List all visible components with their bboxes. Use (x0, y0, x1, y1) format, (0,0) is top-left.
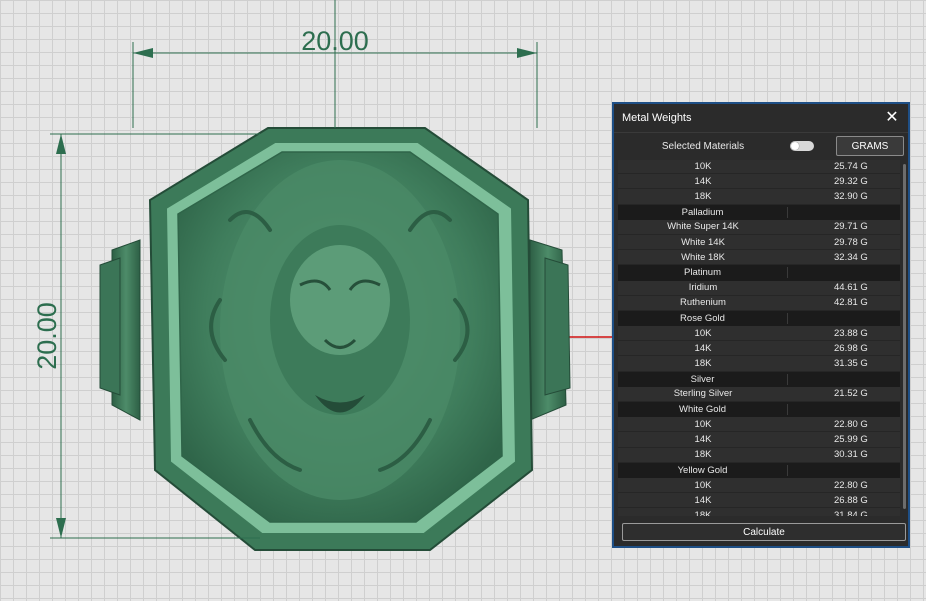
alloy-name: 14K (694, 494, 712, 506)
alloy-weight: 22.80 G (834, 479, 868, 491)
table-row[interactable]: 14K 29.32 G (618, 174, 900, 190)
ring-head (148, 127, 534, 551)
table-row[interactable]: White Super 14K 29.71 G (618, 219, 900, 235)
alloy-weight: 25.99 G (834, 433, 868, 445)
alloy-weight: 26.98 G (834, 342, 868, 354)
table-row[interactable]: 18K 31.35 G (618, 356, 900, 372)
calculate-button[interactable]: Calculate (622, 523, 906, 541)
alloy-name: White 18K (681, 251, 725, 263)
unit-button[interactable]: GRAMS (836, 136, 904, 156)
table-row[interactable]: Iridium 44.61 G (618, 280, 900, 296)
material-group-row: Palladium (618, 204, 900, 220)
alloy-weight: 32.34 G (834, 251, 868, 263)
material-group-label: Yellow Gold (618, 464, 788, 476)
table-row[interactable]: 18K 32.90 G (618, 189, 900, 205)
weights-table-body: 10K 25.74 G 14K 29.32 G 18K 32.90 G Palladium W… (618, 160, 900, 516)
alloy-name: 18K (694, 358, 712, 370)
alloy-weight: 42.81 G (834, 297, 868, 309)
alloy-weight: 23.88 G (834, 327, 868, 339)
alloy-name: 14K (694, 175, 712, 187)
alloy-name: 10K (694, 327, 712, 339)
table-row[interactable]: Ruthenium 42.81 G (618, 295, 900, 311)
alloy-name: Sterling Silver (673, 388, 733, 400)
alloy-name: 10K (694, 160, 712, 172)
panel-header: Metal Weights ✕ (614, 104, 908, 133)
alloy-name: 18K (694, 509, 712, 516)
alloy-name: White 14K (681, 236, 725, 248)
material-group-label: White Gold (618, 404, 788, 416)
table-row[interactable]: 14K 26.98 G (618, 341, 900, 357)
table-row[interactable]: 10K 22.80 G (618, 477, 900, 494)
table-row[interactable]: 18K 31.84 G (618, 508, 900, 516)
alloy-weight: 21.52 G (834, 388, 868, 400)
scrollbar[interactable] (903, 164, 906, 509)
alloy-weight: 44.61 G (834, 282, 868, 294)
table-row[interactable]: 10K 23.88 G (618, 326, 900, 342)
options-row: Selected Materials GRAMS (614, 133, 908, 159)
alloy-weight: 29.32 G (834, 175, 868, 187)
close-icon[interactable]: ✕ (884, 110, 900, 126)
table-row[interactable]: 10K 25.74 G (618, 160, 900, 175)
table-row[interactable]: 18K 30.31 G (618, 447, 900, 463)
toggle-knob (791, 142, 799, 150)
metal-weights-panel: Metal Weights ✕ Selected Materials GRAMS… (612, 102, 910, 548)
alloy-weight: 30.31 G (834, 449, 868, 461)
alloy-name: 14K (694, 342, 712, 354)
table-row[interactable]: White 14K 29.78 G (618, 234, 900, 251)
alloy-name: Ruthenium (680, 297, 726, 309)
alloy-weight: 26.88 G (834, 494, 868, 506)
top-dimension: 20.00 (132, 0, 538, 128)
table-row[interactable]: 14K 26.88 G (618, 493, 900, 509)
material-group-label: Rose Gold (618, 312, 788, 324)
alloy-name: 14K (694, 433, 712, 445)
table-row[interactable]: White 18K 32.34 G (618, 250, 900, 266)
alloy-weight: 22.80 G (834, 418, 868, 430)
selected-materials-toggle[interactable] (790, 141, 814, 151)
material-group-label: Silver (618, 373, 788, 385)
material-group-row: Yellow Gold (618, 462, 900, 478)
material-group-row: Platinum (618, 265, 900, 281)
table-row[interactable]: 10K 22.80 G (618, 417, 900, 433)
alloy-name: 18K (694, 190, 712, 202)
panel-title: Metal Weights (622, 112, 692, 124)
alloy-weight: 31.84 G (834, 509, 868, 516)
alloy-weight: 25.74 G (834, 160, 868, 172)
material-group-row: Silver (618, 371, 900, 387)
table-row[interactable]: Sterling Silver 21.52 G (618, 386, 900, 402)
table-row[interactable]: 14K 25.99 G (618, 432, 900, 448)
alloy-weight: 32.90 G (834, 190, 868, 202)
material-group-row: White Gold (618, 402, 900, 418)
alloy-name: White Super 14K (667, 221, 739, 233)
left-dimension-text: 20.00 (32, 302, 62, 370)
top-dimension-text: 20.00 (301, 26, 369, 56)
material-group-row: Rose Gold (618, 310, 900, 327)
material-group-label: Platinum (618, 267, 788, 279)
alloy-weight: 29.78 G (834, 236, 868, 248)
alloy-weight: 29.71 G (834, 221, 868, 233)
material-group-label: Palladium (618, 206, 788, 218)
alloy-name: 18K (694, 449, 712, 461)
alloy-name: 10K (694, 418, 712, 430)
alloy-name: 10K (694, 479, 712, 491)
alloy-weight: 31.35 G (834, 358, 868, 370)
weights-table[interactable]: 10K 25.74 G 14K 29.32 G 18K 32.90 G Palladium W… (618, 160, 900, 516)
selected-materials-label: Selected Materials (661, 140, 745, 152)
alloy-name: Iridium (688, 282, 718, 294)
